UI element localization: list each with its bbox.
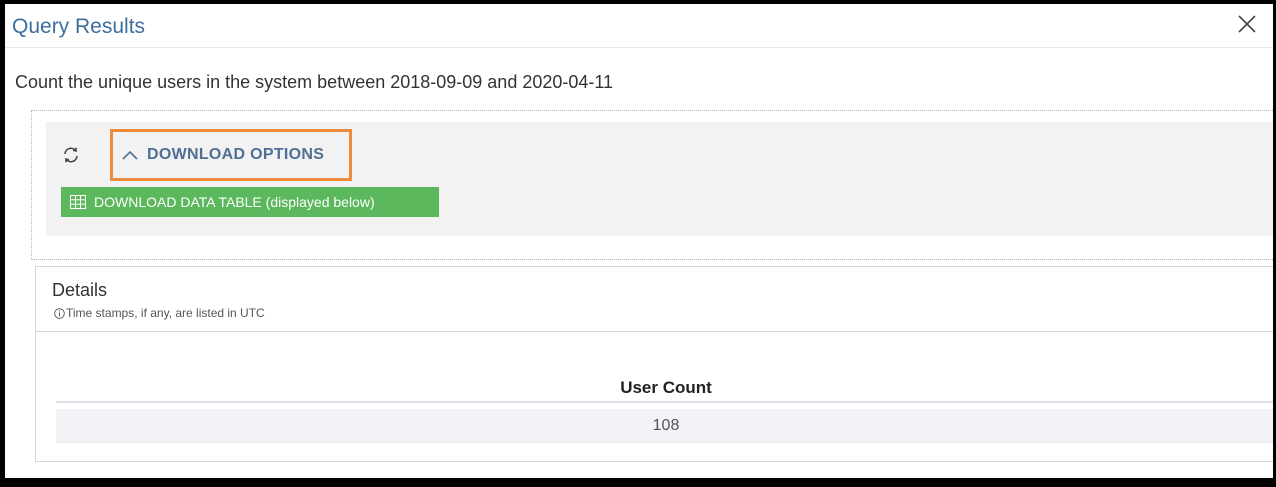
modal-title: Query Results [12, 15, 146, 38]
query-results-modal: Query Results Count the unique users in … [5, 4, 1273, 478]
refresh-icon [64, 147, 78, 163]
download-options-label: DOWNLOAD OPTIONS [147, 146, 325, 163]
download-data-table-label: DOWNLOAD DATA TABLE (displayed below) [94, 194, 375, 210]
chevron-up-icon [122, 150, 138, 160]
details-panel: Details Time stamps, if any, are listed … [35, 266, 1273, 462]
close-button[interactable] [1233, 10, 1261, 38]
table-grid-icon [70, 195, 86, 209]
info-icon [54, 307, 65, 319]
download-options-toggle[interactable]: DOWNLOAD OPTIONS [110, 129, 352, 181]
refresh-button[interactable] [60, 144, 82, 166]
utc-note: Time stamps, if any, are listed in UTC [54, 306, 265, 320]
details-title: Details [52, 280, 108, 300]
details-header: Details Time stamps, if any, are listed … [36, 267, 1273, 332]
table-row: 108 [56, 409, 1273, 443]
download-data-table-button[interactable]: DOWNLOAD DATA TABLE (displayed below) [61, 187, 439, 217]
close-icon [1238, 15, 1256, 33]
column-header-user-count: User Count [56, 373, 1273, 403]
query-description: Count the unique users in the system bet… [15, 72, 614, 92]
modal-header: Query Results [5, 4, 1273, 48]
utc-note-text: Time stamps, if any, are listed in UTC [66, 306, 265, 320]
